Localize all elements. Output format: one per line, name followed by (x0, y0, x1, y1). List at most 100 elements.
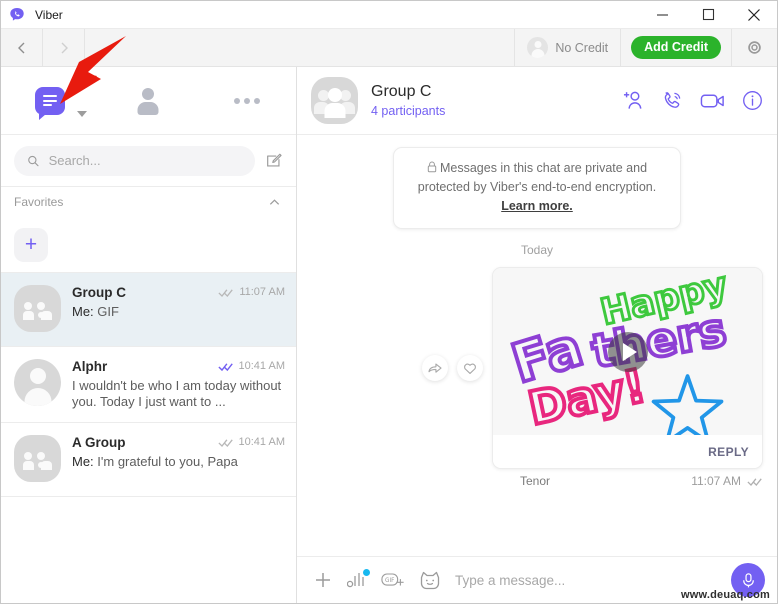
sticker-icon[interactable] (419, 570, 441, 590)
notification-badge (363, 569, 370, 576)
phone-icon[interactable] (661, 90, 684, 112)
search-icon (28, 155, 39, 166)
group-avatar (14, 435, 61, 482)
message-footer: Tenor 11:07 AM (311, 474, 763, 488)
participants-count[interactable]: 4 participants (371, 104, 609, 118)
info-icon[interactable] (742, 90, 763, 111)
chat-item-name: Alphr (72, 359, 108, 374)
chat-bubble-icon (35, 86, 66, 120)
add-person-icon[interactable] (622, 90, 645, 111)
person-avatar (14, 359, 61, 406)
chat-item-main: Alphr 10:41 AM I wouldn't be who I am to… (72, 359, 285, 410)
viber-window: Viber No Credit Add Credit Search... Fav… (0, 0, 778, 604)
compose-icon[interactable] (265, 152, 283, 170)
sidebar-nav (1, 67, 296, 135)
chat-item-preview: I wouldn't be who I am today without you… (72, 378, 285, 410)
reply-button[interactable]: REPLY (493, 435, 762, 468)
conversation-title-block: Group C 4 participants (371, 83, 609, 118)
add-favorite-button[interactable]: + (14, 227, 48, 262)
viber-logo-icon (9, 7, 25, 23)
favorites-label: Favorites (14, 195, 64, 209)
list-item[interactable]: Alphr 10:41 AM I wouldn't be who I am to… (1, 347, 296, 423)
forward-icon[interactable] (422, 355, 448, 381)
message-area: Messages in this chat are private and pr… (297, 135, 777, 556)
gif-message-bubble[interactable]: Happy Fa thers Day! REPLY (492, 267, 763, 469)
list-item[interactable]: A Group 10:41 AM Me: I'm grateful to you… (1, 423, 296, 497)
chat-item-time: 10:41 AM (238, 360, 285, 372)
delivered-check-icon (218, 288, 234, 297)
lock-icon (427, 161, 437, 173)
group-avatar (311, 77, 358, 124)
chat-item-name: Group C (72, 285, 126, 300)
delivered-check-icon (217, 438, 233, 447)
title-bar: Viber (1, 1, 777, 29)
contact-icon (137, 88, 159, 114)
conversation-actions (622, 90, 763, 112)
chat-item-meta: 11:07 AM (218, 285, 285, 298)
chevron-down-icon[interactable] (77, 111, 87, 117)
sidebar-item-contacts[interactable] (99, 67, 197, 135)
user-avatar-icon (527, 37, 549, 58)
chat-item-time: 11:07 AM (239, 286, 285, 298)
back-button[interactable] (1, 28, 43, 67)
gif-icon[interactable]: GIF (381, 571, 405, 589)
window-body: Favorites + Group C (1, 67, 777, 603)
search-input[interactable] (48, 153, 242, 168)
chat-item-preview: Me: GIF (72, 304, 285, 320)
svg-text:GIF: GIF (385, 578, 394, 584)
chat-item-meta: 10:41 AM (217, 435, 285, 448)
chat-item-header: Group C 11:07 AM (72, 285, 285, 300)
credit-status-label: No Credit (555, 40, 609, 55)
chat-preview-text: I wouldn't be who I am today without you… (72, 378, 282, 409)
watermark: www.deuaq.com (681, 589, 770, 601)
chat-item-name: A Group (72, 435, 126, 450)
minimize-button[interactable] (639, 1, 685, 29)
chat-item-meta: 10:41 AM (217, 359, 285, 372)
sidebar: Favorites + Group C (1, 67, 297, 603)
chat-item-preview: Me: I'm grateful to you, Papa (72, 454, 285, 470)
play-icon[interactable] (607, 331, 648, 372)
learn-more-link[interactable]: Learn more. (501, 199, 573, 213)
settings-button[interactable] (731, 28, 777, 67)
list-item[interactable]: Group C 11:07 AM Me: GIF (1, 273, 296, 347)
message-actions (422, 355, 483, 381)
message-row: Happy Fa thers Day! REPLY (422, 267, 763, 469)
encryption-text: Messages in this chat are private and pr… (417, 161, 657, 194)
heart-icon[interactable] (457, 355, 483, 381)
group-avatar (14, 285, 61, 332)
day-separator: Today (520, 243, 554, 257)
encryption-notice: Messages in this chat are private and pr… (393, 147, 681, 229)
close-button[interactable] (731, 1, 777, 29)
search-row (1, 135, 296, 187)
app-title: Viber (35, 7, 63, 22)
gear-icon (748, 41, 761, 54)
message-time: 11:07 AM (691, 474, 741, 488)
page-title: Group C (371, 83, 432, 100)
chat-item-header: A Group 10:41 AM (72, 435, 285, 450)
conversation-panel: Group C 4 participants Messages in this … (297, 67, 777, 603)
chat-item-main: Group C 11:07 AM Me: GIF (72, 285, 285, 334)
video-camera-icon[interactable] (700, 91, 726, 111)
favorites-header: Favorites (1, 187, 296, 217)
forward-button[interactable] (43, 28, 85, 67)
attach-plus-icon[interactable] (313, 570, 333, 590)
credit-status-area[interactable]: No Credit (514, 28, 620, 67)
chat-item-time: 10:41 AM (238, 436, 285, 448)
more-dots-icon (233, 97, 260, 104)
gif-source-label: Tenor (520, 474, 551, 488)
sidebar-item-chats[interactable] (1, 67, 99, 135)
chevron-up-icon[interactable] (268, 196, 281, 209)
sidebar-item-more[interactable] (198, 67, 296, 135)
conversation-header: Group C 4 participants (297, 67, 777, 135)
favorites-row: + (1, 217, 296, 273)
top-toolbar: No Credit Add Credit (1, 28, 777, 67)
message-composer: GIF Type a message... www.deuaq.com (297, 556, 777, 603)
message-input[interactable] (455, 572, 717, 588)
audio-bars-icon[interactable] (347, 569, 370, 589)
microphone-icon (742, 572, 754, 587)
chat-list: Group C 11:07 AM Me: GIF Alphr 10:41 AM … (1, 273, 296, 603)
add-credit-button[interactable]: Add Credit (631, 36, 721, 59)
chat-preview-prefix: Me: (72, 454, 94, 469)
maximize-button[interactable] (685, 1, 731, 29)
search-box[interactable] (14, 145, 255, 176)
